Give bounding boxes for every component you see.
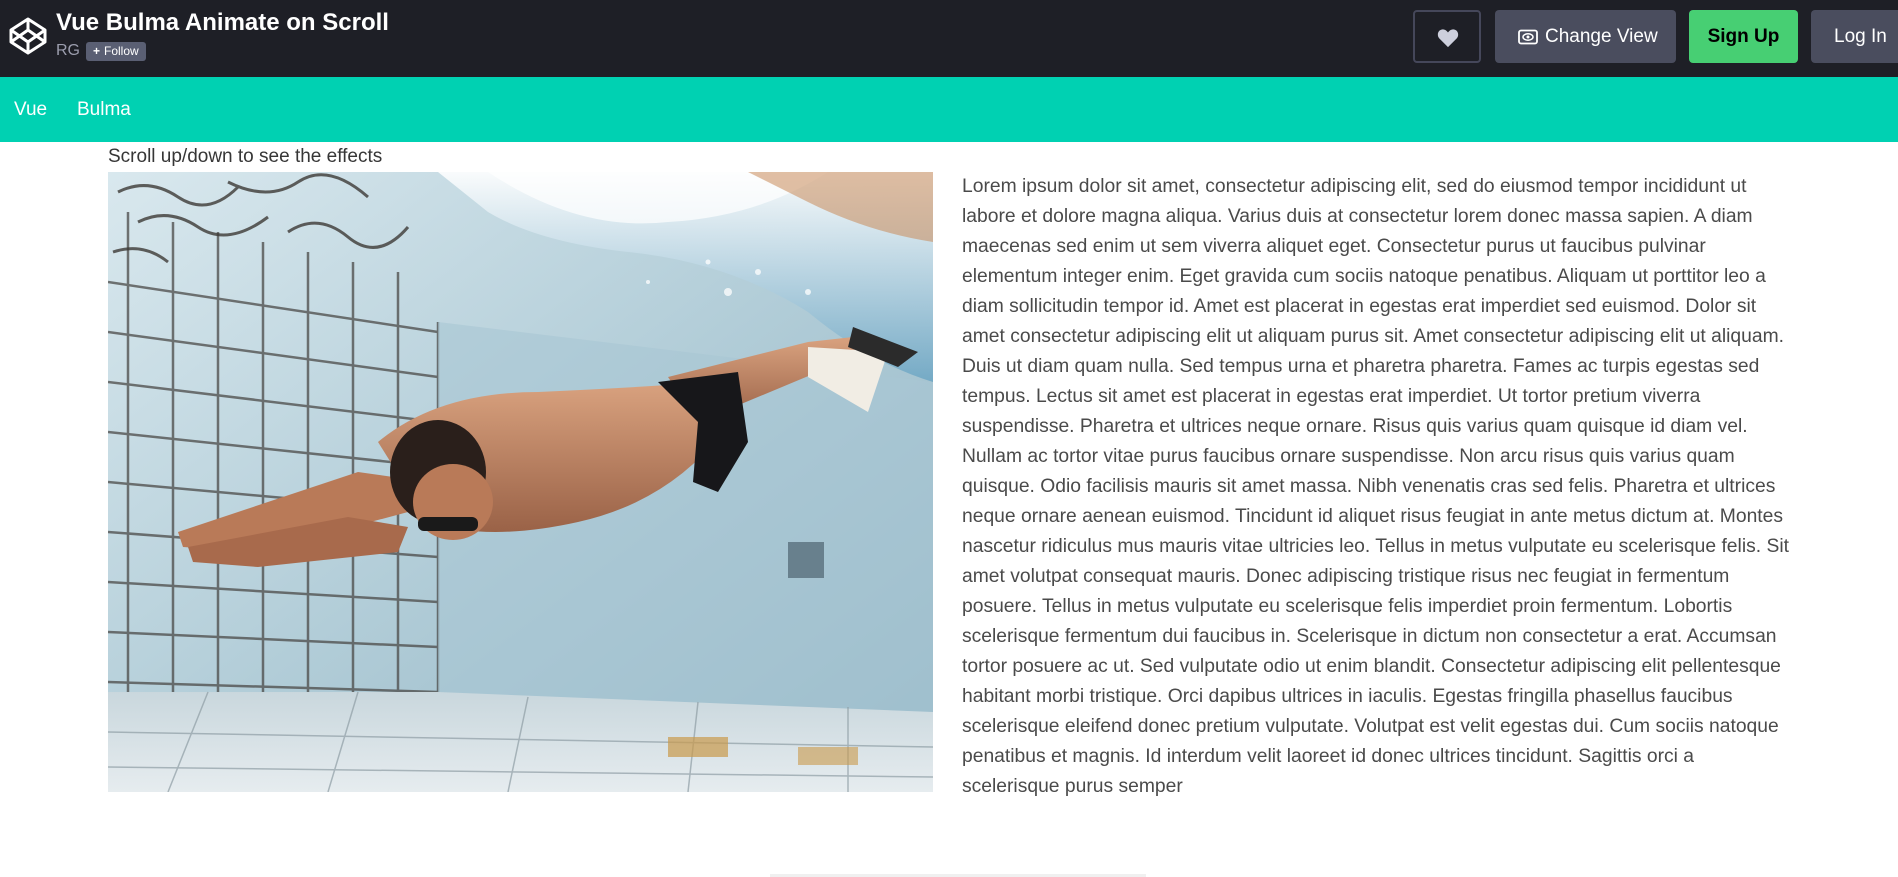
change-view-label: Change View — [1545, 26, 1658, 47]
navbar-item-bulma[interactable]: Bulma — [77, 77, 131, 142]
swimmer-image — [108, 172, 933, 792]
log-in-button[interactable]: Log In — [1811, 10, 1898, 63]
navbar: Vue Bulma — [0, 77, 1898, 142]
codepen-header: Vue Bulma Animate on Scroll RG + Follow C… — [0, 0, 1898, 77]
author-name[interactable]: RG — [56, 42, 80, 60]
scroll-hint: Scroll up/down to see the effects — [108, 146, 383, 167]
follow-label: Follow — [104, 44, 139, 58]
eye-icon — [1518, 29, 1538, 45]
navbar-item-vue[interactable]: Vue — [14, 77, 47, 142]
change-view-button[interactable]: Change View — [1495, 10, 1676, 63]
lorem-paragraph: Lorem ipsum dolor sit amet, consectetur … — [962, 176, 1789, 797]
pen-title[interactable]: Vue Bulma Animate on Scroll — [56, 9, 389, 37]
sign-up-button[interactable]: Sign Up — [1689, 10, 1798, 63]
plus-icon: + — [93, 44, 101, 58]
codepen-logo-icon[interactable] — [8, 16, 48, 56]
follow-button[interactable]: + Follow — [86, 42, 146, 61]
heart-icon — [1437, 29, 1459, 48]
heart-button[interactable] — [1413, 10, 1481, 63]
